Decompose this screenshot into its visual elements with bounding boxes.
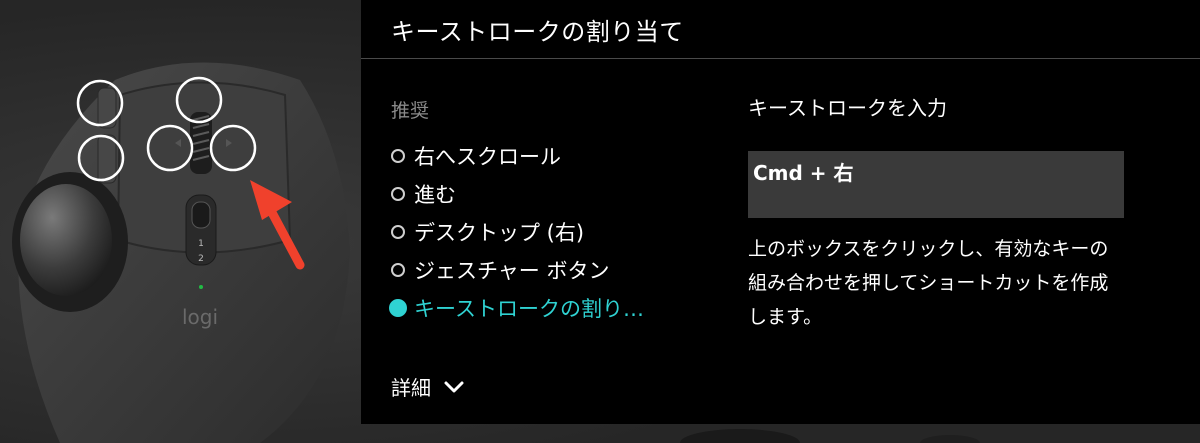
option-keystroke-assignment[interactable]: キーストロークの割り… (389, 289, 721, 327)
option-label: キーストロークの割り… (414, 297, 644, 321)
radio-icon[interactable] (391, 225, 405, 239)
panel-title: キーストロークの割り当て (361, 0, 1200, 59)
option-label: デスクトップ (右) (414, 221, 585, 245)
option-label: 進む (414, 183, 456, 207)
option-forward[interactable]: 進む (391, 175, 721, 213)
radio-icon[interactable] (391, 149, 405, 163)
help-text: 上のボックスをクリックし、有効なキーの組み合わせを押してショートカットを作成しま… (748, 238, 1109, 328)
radio-icon[interactable] (391, 263, 405, 277)
keystroke-panel: キーストロークの割り当て 推奨 右へスクロール 進む デスクトップ (右) ジェ… (361, 0, 1200, 424)
status-led (199, 285, 203, 289)
details-label: 詳細 (391, 376, 431, 400)
keystroke-input[interactable]: Cmd + 右 (748, 151, 1124, 218)
option-gesture-button[interactable]: ジェスチャー ボタン (391, 251, 721, 289)
option-scroll-right[interactable]: 右へスクロール (391, 137, 721, 175)
option-desktop-right[interactable]: デスクトップ (右) (391, 213, 721, 251)
chevron-down-icon (444, 381, 464, 392)
radio-selected-icon[interactable] (389, 299, 407, 317)
logi-logo: logi (182, 305, 218, 329)
radio-icon[interactable] (391, 187, 405, 201)
option-label: 右へスクロール (414, 145, 561, 169)
details-toggle[interactable]: 詳細 (391, 372, 465, 401)
keystroke-column: キーストロークを入力 Cmd + 右 上のボックスをクリックし、有効なキーの組み… (748, 92, 1128, 334)
options-column: 推奨 右へスクロール 進む デスクトップ (右) ジェスチャー ボタン キースト… (389, 96, 721, 327)
keystroke-heading: キーストロークを入力 (748, 96, 947, 120)
recommended-label: 推奨 (391, 100, 430, 122)
trackball (20, 184, 112, 296)
option-label: ジェスチャー ボタン (414, 259, 610, 283)
dpi-mark-2: 2 (198, 254, 204, 264)
dpi-mark-1: 1 (198, 239, 204, 249)
